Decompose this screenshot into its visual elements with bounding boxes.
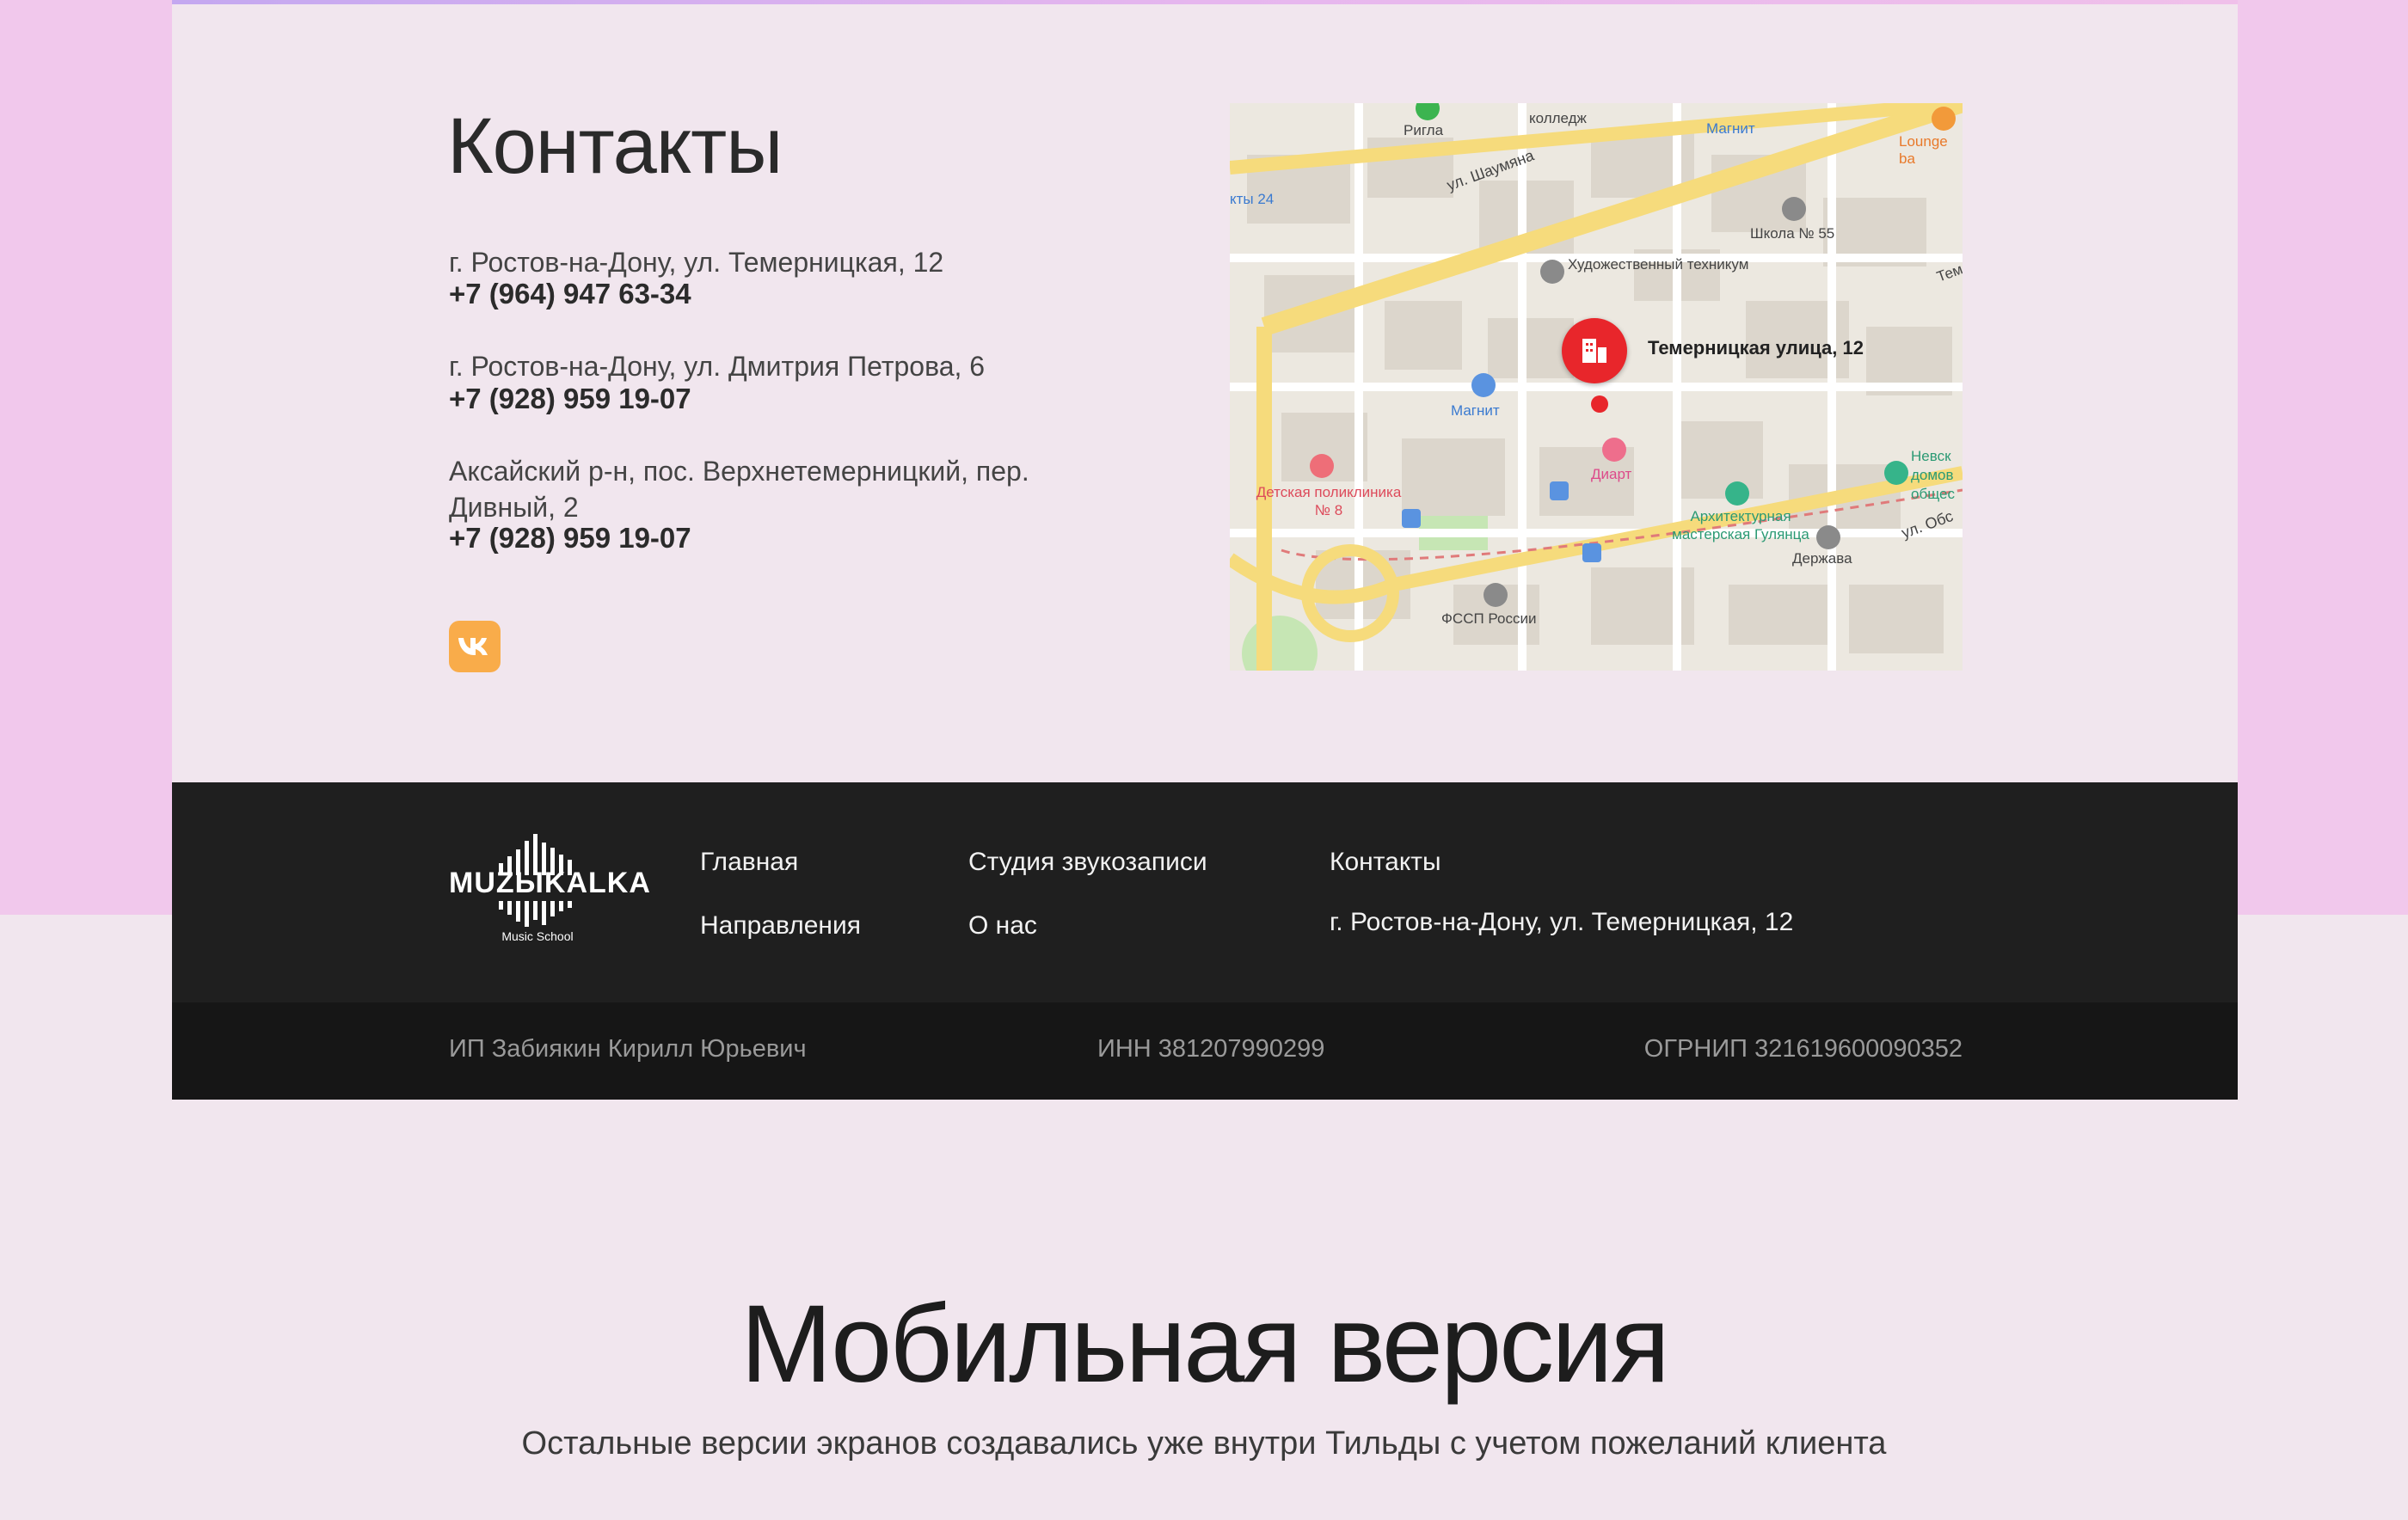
map-label-lounge: Lounge ba [1899,133,1948,167]
legal-ogrnip: ОГРНИП 321619600090352 [1643,1035,1963,1063]
phone-3[interactable]: +7 (928) 959 19-07 [449,522,691,555]
building-icon [1582,339,1606,363]
map-label-kvity: кты 24 [1230,191,1275,207]
logo-tagline: Music School [501,929,574,943]
footer: MUZЫKALKA Music School Главная Направлен… [172,782,2238,1002]
top-accent-line [172,0,2238,4]
location-map[interactable]: Темерницкая улица, 12 Ригла колледж Магн… [1230,103,1963,671]
vk-icon[interactable] [449,621,501,672]
logo-text: MUZЫKALKA [449,867,651,899]
footer-link-home[interactable]: Главная [700,848,798,877]
map-label-diart: Диарт [1591,466,1632,482]
phone-1[interactable]: +7 (964) 947 63-34 [449,278,691,310]
legal-owner: ИП Забиякин Кирилл Юрьевич [449,1035,807,1063]
address-1: г. Ростов-на-Дону, ул. Темерницкая, 12 [449,247,944,278]
map-label-fssp: ФССП России [1441,610,1537,627]
map-marker[interactable] [1562,318,1627,383]
presentation-frame: Контакты г. Ростов-на-Дону, ул. Темерниц… [172,0,2238,1100]
footer-link-directions[interactable]: Направления [700,911,861,941]
footer-link-contacts[interactable]: Контакты [1330,848,1441,877]
contacts-title: Контакты [447,102,783,190]
footer-link-about[interactable]: О нас [968,911,1037,941]
map-label-rigla: Ригла [1404,122,1444,138]
legal-inn: ИНН 381207990299 [1097,1035,1325,1063]
footer-link-studio[interactable]: Студия звукозаписи [968,848,1207,877]
mobile-version-title: Мобильная версия [740,1283,1670,1406]
vk-glyph [458,638,488,655]
footer-address: г. Ростов-на-Дону, ул. Темерницкая, 12 [1330,908,1794,936]
address-2: г. Ростов-на-Дону, ул. Дмитрия Петрова, … [449,351,986,382]
map-marker-label: Темерницкая улица, 12 [1648,337,1864,359]
mobile-version-subtitle: Остальные версии экранов создавались уже… [521,1425,1887,1462]
map-label-polyclinic: Детская поликлиника № 8 [1256,484,1402,518]
footer-legal-bar: ИП Забиякин Кирилл Юрьевич ИНН 381207990… [172,1002,2238,1100]
map-canvas [1230,103,1963,671]
map-label-magnit-top: Магнит [1706,120,1755,137]
map-label-art-school: Художественный техникум [1568,256,1749,273]
map-label-school: Школа № 55 [1750,225,1835,242]
map-label-architect: Архитектурная мастерская Гулянца [1672,508,1809,542]
map-label-college: колледж [1529,110,1587,126]
phone-2[interactable]: +7 (928) 959 19-07 [449,383,691,415]
map-label-nevsk: Невск домов общес [1911,448,1955,502]
map-label-derzhava: Держава [1792,550,1852,567]
address-3: Аксайский р-н, пос. Верхнетемерницкий, п… [449,456,1029,523]
map-label-magnit-mid: Магнит [1451,402,1500,419]
